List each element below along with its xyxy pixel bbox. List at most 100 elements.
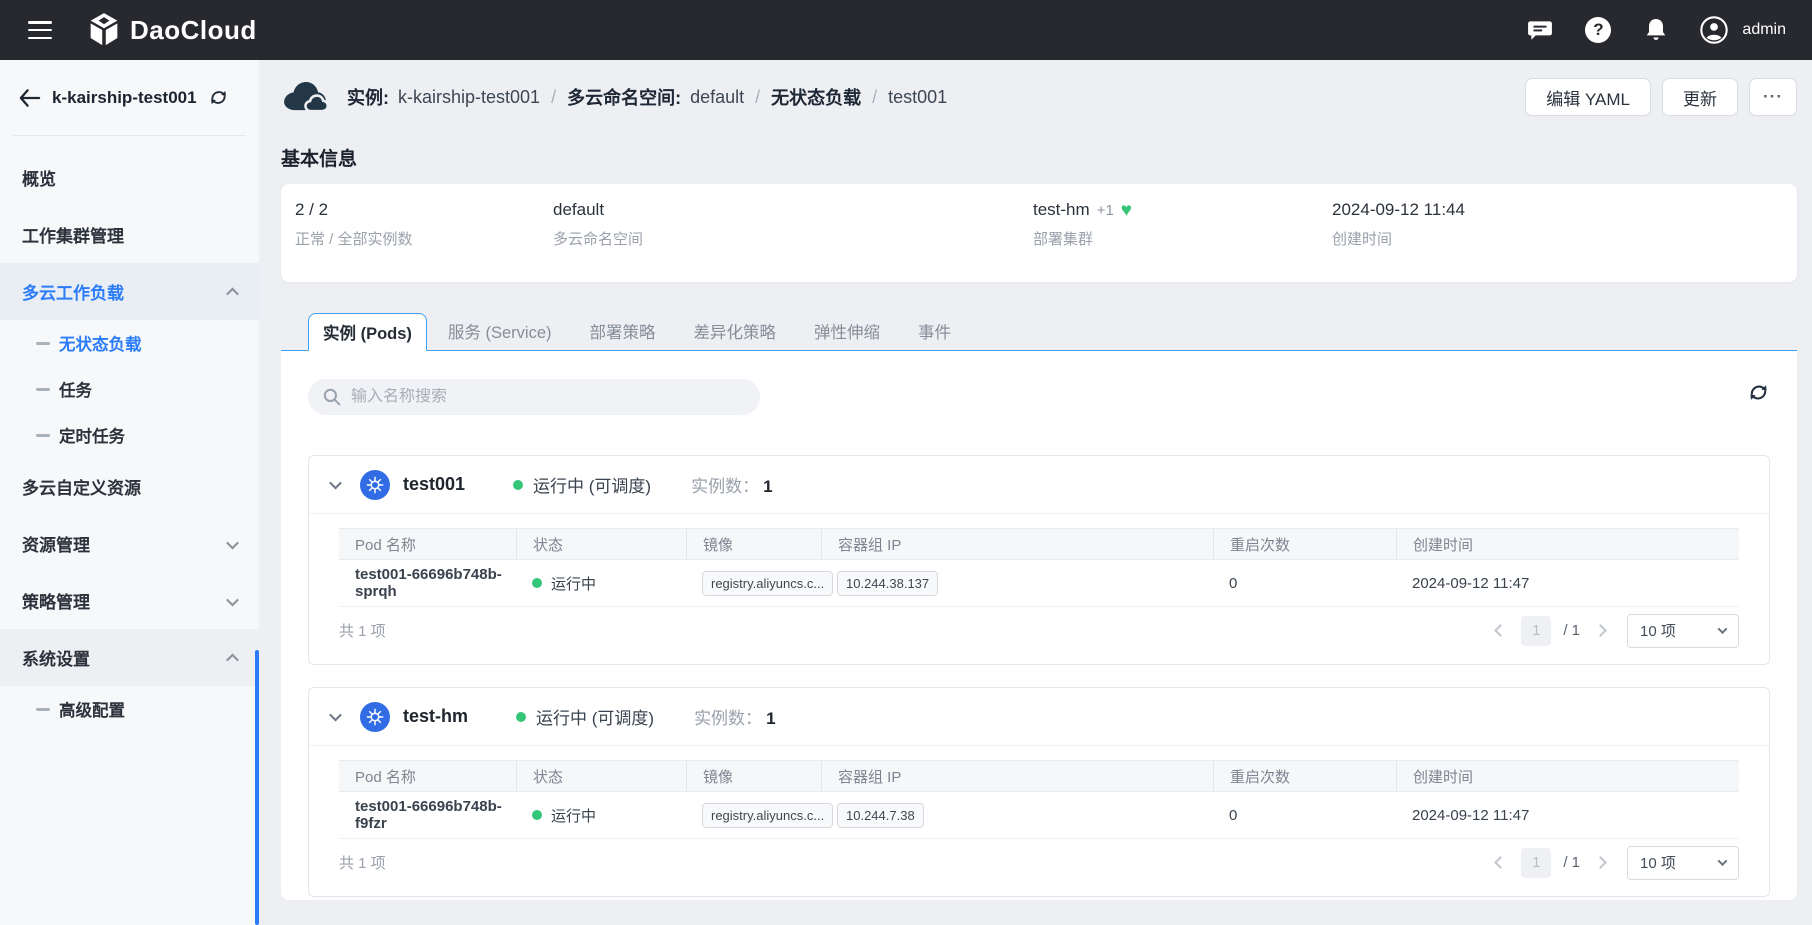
search-input[interactable] (351, 388, 746, 406)
collapse-chevron-icon[interactable] (331, 712, 340, 721)
total-count: 共 1 项 (339, 852, 386, 873)
page-size-select[interactable]: 10 项 (1627, 614, 1739, 648)
username[interactable]: admin (1742, 21, 1786, 39)
dash-icon (36, 388, 50, 391)
table-row: test001-66696b748b-f9fzr 运行中 registry.al… (339, 792, 1739, 839)
menu-toggle-icon[interactable] (28, 21, 52, 39)
breadcrumb-workload-type[interactable]: 无状态负载 (771, 84, 861, 110)
replica-count: 实例数：1 (694, 704, 775, 729)
sidebar-item-resource-mgmt[interactable]: 资源管理 (0, 515, 259, 572)
cluster-name: k-kairship-test001 (52, 88, 197, 108)
tab-events[interactable]: 事件 (901, 312, 968, 350)
pod-status: 运行中 (551, 573, 596, 594)
table-footer: 共 1 项 1 / 1 10 项 (339, 607, 1739, 654)
workload-name: test001 (403, 474, 465, 495)
cluster-more-count[interactable]: +1 (1097, 202, 1114, 219)
image-chip: registry.aliyuncs.c... (702, 803, 833, 828)
basic-info-title: 基本信息 (281, 144, 1797, 171)
edit-yaml-button[interactable]: 编辑 YAML (1525, 78, 1651, 116)
status-dot-icon (532, 578, 542, 588)
collapse-chevron-icon[interactable] (331, 480, 340, 489)
chevron-down-icon (228, 591, 237, 611)
total-pages: / 1 (1563, 622, 1580, 639)
multicloud-icon (281, 81, 328, 114)
table-header-row: Pod 名称 状态 镜像 容器组 IP 重启次数 创建时间 (339, 760, 1739, 792)
workload-card-test-hm: test-hm 运行中 (可调度) 实例数：1 Pod 名称 状态 镜像 容器组… (308, 687, 1770, 897)
status-dot-icon (516, 712, 526, 722)
sidebar-item-system-settings[interactable]: 系统设置 (0, 629, 259, 686)
breadcrumb: 实例: k-kairship-test001 / 多云命名空间: default… (347, 84, 947, 110)
brand-name: DaoCloud (130, 15, 257, 46)
sidebar-item-multicloud-workloads[interactable]: 多云工作负载 (0, 263, 259, 320)
tab-pods[interactable]: 实例 (Pods) (308, 313, 427, 351)
pod-ip-chip: 10.244.38.137 (837, 571, 938, 596)
total-count: 共 1 项 (339, 620, 386, 641)
avatar[interactable] (1700, 16, 1728, 44)
sidebar-item-advanced-config[interactable]: 高级配置 (0, 686, 259, 732)
sidebar-item-cronjobs[interactable]: 定时任务 (0, 412, 259, 458)
workload-status: 运行中 (可调度) (533, 472, 651, 497)
next-page-icon[interactable] (1592, 854, 1609, 871)
current-page[interactable]: 1 (1521, 848, 1551, 878)
more-actions-button[interactable]: ··· (1749, 78, 1797, 116)
sidebar: k-kairship-test001 概览 工作集群管理 多云工作负载 无状态负… (0, 60, 259, 925)
image-chip: registry.aliyuncs.c... (702, 571, 833, 596)
current-page[interactable]: 1 (1521, 616, 1551, 646)
restart-count: 0 (1213, 560, 1396, 606)
pods-table: Pod 名称 状态 镜像 容器组 IP 重启次数 创建时间 test001-66… (339, 760, 1739, 896)
prev-page-icon[interactable] (1492, 854, 1509, 871)
kubernetes-icon (360, 702, 390, 732)
sidebar-item-policy-mgmt[interactable]: 策略管理 (0, 572, 259, 629)
breadcrumb-workload-name: test001 (888, 87, 947, 108)
pod-name: test001-66696b748b-f9fzr (339, 792, 516, 838)
pod-name: test001-66696b748b-sprqh (339, 560, 516, 606)
status-dot-icon (513, 480, 523, 490)
refresh-icon[interactable] (1747, 381, 1770, 404)
stat-instances: 2 / 2 正常 / 全部实例数 (295, 200, 553, 282)
update-button[interactable]: 更新 (1662, 78, 1738, 116)
notifications-icon[interactable] (1642, 16, 1670, 44)
sidebar-item-overview[interactable]: 概览 (0, 149, 259, 206)
tab-deploy-policy[interactable]: 部署策略 (573, 312, 673, 350)
workload-card-test001: test001 运行中 (可调度) 实例数：1 Pod 名称 状态 镜像 容器组… (308, 455, 1770, 665)
page-header: 实例: k-kairship-test001 / 多云命名空间: default… (281, 60, 1797, 134)
kubernetes-icon (360, 470, 390, 500)
switch-cluster-icon[interactable] (208, 87, 229, 108)
table-footer: 共 1 项 1 / 1 10 项 (339, 839, 1739, 886)
navbar-right: ? admin (1526, 16, 1796, 44)
dash-icon (36, 434, 50, 437)
sidebar-item-custom-resources[interactable]: 多云自定义资源 (0, 458, 259, 515)
dash-icon (36, 342, 50, 345)
search-box (308, 379, 760, 415)
brand: DaoCloud (88, 12, 257, 48)
table-header-row: Pod 名称 状态 镜像 容器组 IP 重启次数 创建时间 (339, 528, 1739, 560)
tab-service[interactable]: 服务 (Service) (431, 312, 569, 350)
daocloud-logo-icon (88, 12, 120, 48)
restart-count: 0 (1213, 792, 1396, 838)
top-navbar: DaoCloud ? admin (0, 0, 1812, 60)
sidebar-item-cluster-mgmt[interactable]: 工作集群管理 (0, 206, 259, 263)
stat-created: 2024-09-12 11:44 创建时间 (1332, 200, 1797, 282)
created-time: 2024-09-12 11:47 (1396, 560, 1739, 606)
breadcrumb-namespace[interactable]: default (690, 87, 744, 108)
health-heart-icon: ♥ (1121, 201, 1132, 220)
next-page-icon[interactable] (1592, 622, 1609, 639)
app-root: DaoCloud ? admin k-kairship-test001 (0, 0, 1812, 925)
prev-page-icon[interactable] (1492, 622, 1509, 639)
workload-name: test-hm (403, 706, 468, 727)
sidebar-item-stateless-workloads[interactable]: 无状态负载 (0, 320, 259, 366)
status-dot-icon (532, 810, 542, 820)
main-content: 实例: k-kairship-test001 / 多云命名空间: default… (259, 60, 1812, 925)
breadcrumb-instance[interactable]: k-kairship-test001 (398, 87, 540, 108)
tab-differentiation-policy[interactable]: 差异化策略 (677, 312, 794, 350)
dash-icon (36, 708, 50, 711)
stat-namespace: default 多云命名空间 (553, 200, 1033, 282)
help-icon[interactable]: ? (1584, 16, 1612, 44)
sidebar-scrollbar[interactable] (255, 650, 259, 925)
feedback-icon[interactable] (1526, 16, 1554, 44)
back-icon[interactable] (18, 88, 41, 108)
replica-count: 实例数：1 (691, 472, 772, 497)
sidebar-item-jobs[interactable]: 任务 (0, 366, 259, 412)
page-size-select[interactable]: 10 项 (1627, 846, 1739, 880)
tab-autoscaling[interactable]: 弹性伸缩 (797, 312, 897, 350)
